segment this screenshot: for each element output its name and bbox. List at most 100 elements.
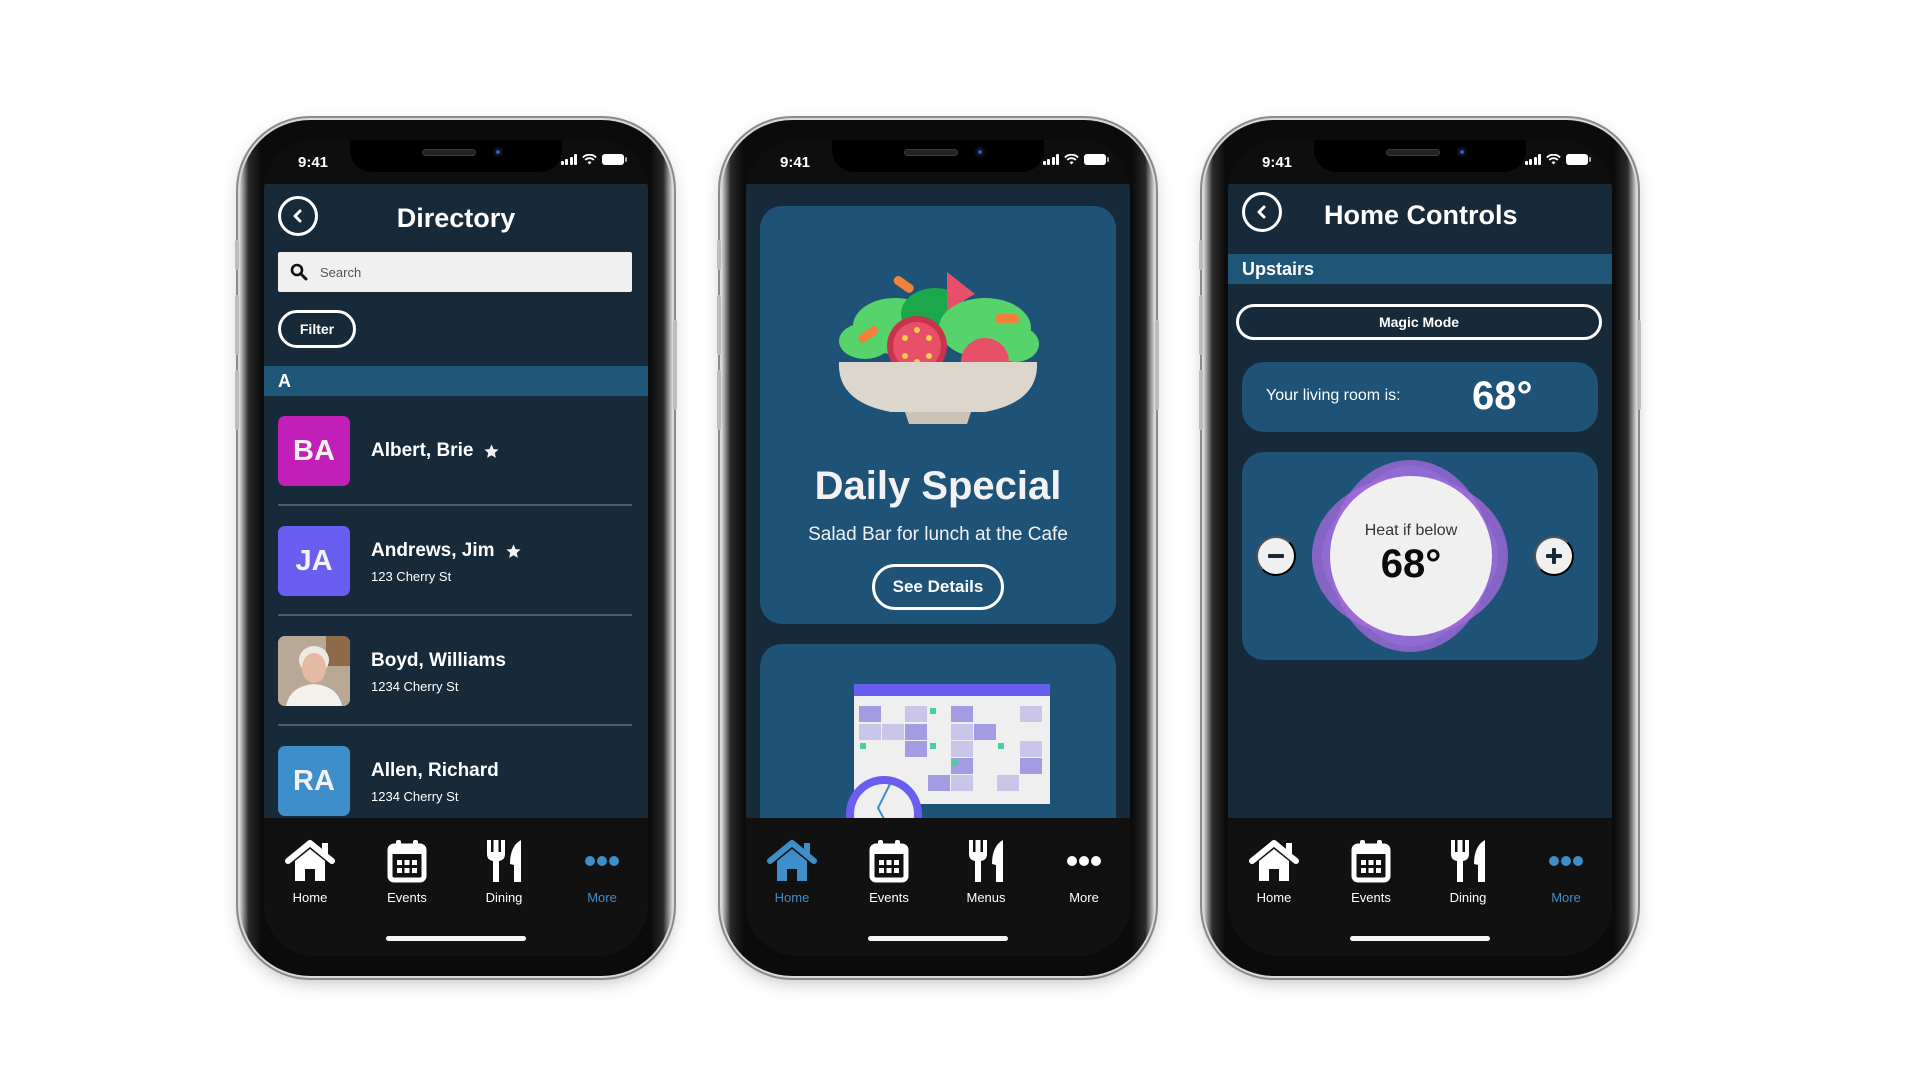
tab-home[interactable]: Home [270,836,350,905]
tab-label: Events [869,890,909,905]
plus-icon [1546,548,1562,564]
heat-setpoint: 68° [1380,542,1442,586]
home-indicator[interactable] [1350,936,1490,941]
tab-more[interactable]: More [1044,836,1124,905]
power-button [673,320,677,410]
directory-content: Directory Filter A BA Albert, Brie JA An… [264,184,648,818]
tab-label: Home [774,890,810,905]
tab-events[interactable]: Events [1331,836,1411,905]
status-icons [560,154,627,165]
search-bar[interactable] [278,252,632,292]
see-details-button[interactable]: See Details [872,564,1004,610]
contact-row[interactable]: Boyd, Williams 1234 Cherry St [278,616,632,726]
tab-bar: Home Events Dining More [1228,818,1612,956]
contact-address: 1234 Cherry St [371,679,459,694]
tab-dining[interactable]: Dining [1428,836,1508,905]
volume-down-button [235,370,239,430]
avatar: RA [278,746,350,816]
signal-icon [1524,154,1541,165]
heat-label: Heat if below [1364,522,1458,539]
home-indicator[interactable] [868,936,1008,941]
status-bar: 9:41 [264,140,648,184]
mute-switch [1199,240,1203,270]
tab-more[interactable]: More [1526,836,1606,905]
tab-events[interactable]: Events [367,836,447,905]
tab-home[interactable]: Home [1234,836,1314,905]
tab-menus[interactable]: Menus [946,836,1026,905]
speaker [422,149,476,156]
search-input[interactable] [320,264,600,280]
wifi-icon [582,154,597,165]
home-indicator[interactable] [386,936,526,941]
star-icon[interactable] [483,443,500,460]
events-card[interactable] [760,644,1116,818]
filter-button[interactable]: Filter [278,310,356,348]
tab-bar: Home Events Menus More [746,818,1130,956]
volume-up-button [1199,295,1203,355]
calendar-icon [387,840,427,883]
contact-name-text: Boyd, Williams [371,650,506,671]
room-temperature: 68° [1472,374,1533,418]
signal-icon [560,154,577,165]
tab-bar: Home Events Dining More [264,818,648,956]
tab-label: Events [387,890,427,905]
volume-down-button [717,370,721,430]
decrease-temp-button[interactable] [1256,536,1296,576]
tab-more[interactable]: More [562,836,642,905]
home-content: Daily Special Salad Bar for lunch at the… [746,184,1130,818]
camera [493,147,503,157]
magic-mode-button[interactable]: Magic Mode [1236,304,1602,340]
tab-label: Home [292,890,328,905]
fork-knife-icon [1451,840,1485,882]
star-icon[interactable] [505,543,522,560]
contact-name: Allen, Richard [371,760,499,782]
status-bar: 9:41 [1228,140,1612,184]
wifi-icon [1546,154,1561,165]
contact-name-text: Albert, Brie [371,440,474,461]
back-button[interactable] [1242,192,1282,232]
tab-dining[interactable]: Dining [464,836,544,905]
speaker [1386,149,1440,156]
search-icon [290,263,308,281]
home-icon [285,840,335,881]
minus-icon [1268,554,1284,558]
contact-address: 123 Cherry St [371,569,452,584]
calendar-icon [1351,840,1391,883]
thermostat-dial[interactable]: Heat if below 68° [1330,476,1492,636]
status-time: 9:41 [1262,154,1293,171]
volume-up-button [235,295,239,355]
more-dots-icon [585,856,619,866]
tab-home[interactable]: Home [752,836,832,905]
status-icons [1042,154,1109,165]
battery-icon [1084,154,1109,165]
contact-row[interactable]: JA Andrews, Jim 123 Cherry St [278,506,632,616]
contact-row[interactable]: RA Allen, Richard 1234 Cherry St [278,726,632,818]
tab-label: Dining [1449,890,1487,905]
screen: 9:41 Daily Special Salad Bar for lunch a… [746,140,1130,956]
contact-name-text: Andrews, Jim [371,540,495,561]
screen: 9:41 Home Controls Upstairs Magic Mode Y… [1228,140,1612,956]
home-icon [767,840,817,881]
tab-events[interactable]: Events [849,836,929,905]
room-temperature-card: Your living room is: 68° [1242,362,1598,432]
contact-name: Albert, Brie [371,440,500,462]
tab-label: More [1069,890,1099,905]
increase-temp-button[interactable] [1534,536,1574,576]
contact-row[interactable]: BA Albert, Brie [278,396,632,506]
power-button [1637,320,1641,410]
volume-down-button [1199,370,1203,430]
tab-label: Dining [485,890,523,905]
more-dots-icon [1067,856,1101,866]
camera [1457,147,1467,157]
avatar: JA [278,526,350,596]
calendar-icon [869,840,909,883]
status-icons [1524,154,1591,165]
status-time: 9:41 [298,154,329,171]
camera [975,147,985,157]
battery-icon [1566,154,1591,165]
contact-address: 1234 Cherry St [371,789,459,804]
tab-label: More [1551,890,1581,905]
daily-special-card[interactable]: Daily Special Salad Bar for lunch at the… [760,206,1116,624]
contact-name-text: Allen, Richard [371,760,499,781]
screen: 9:41 Directory Filter A BA Albert, Brie [264,140,648,956]
